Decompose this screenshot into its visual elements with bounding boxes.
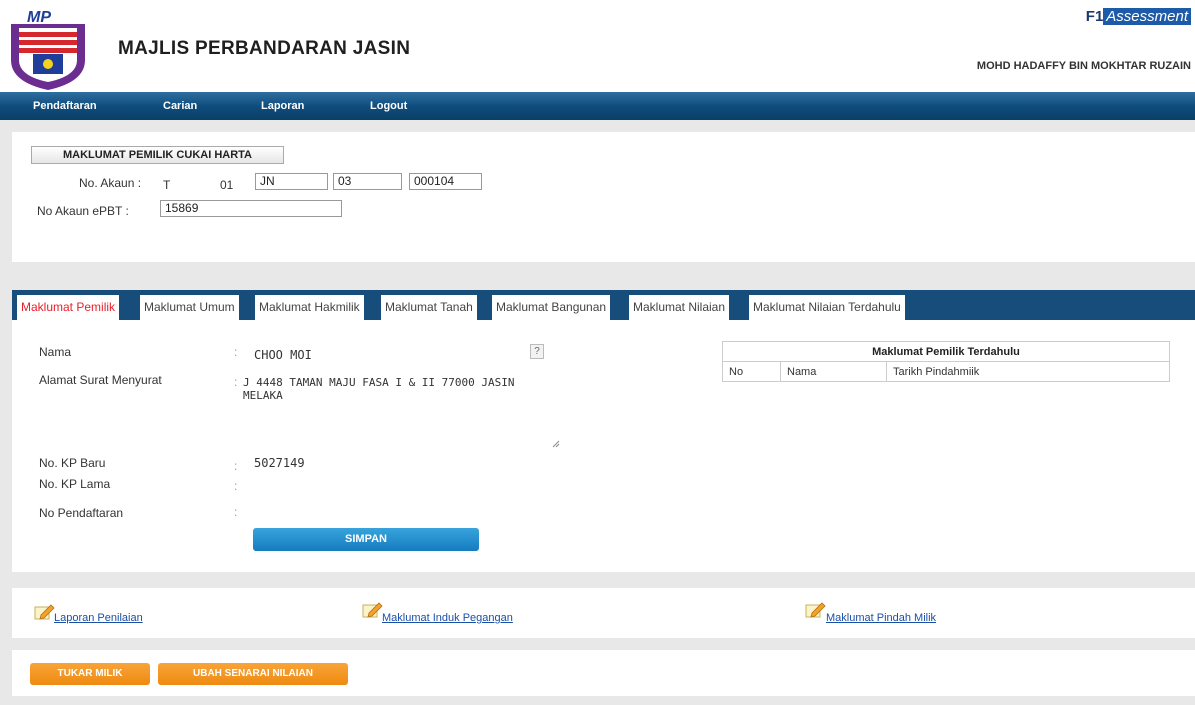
account-field-3[interactable]: 000104	[409, 173, 482, 190]
kp-new-label: No. KP Baru	[39, 456, 106, 470]
brand-assessment: Assessment	[1103, 8, 1191, 25]
save-button[interactable]: SIMPAN	[253, 528, 479, 551]
name-value[interactable]: CHOO MOI	[254, 348, 312, 362]
header: MP MAJLIS PERBANDARAN JASIN F1 Assessment…	[0, 0, 1195, 92]
account-field-2[interactable]: 03	[333, 173, 402, 190]
tab-bar: Maklumat Pemilik Maklumat Umum Maklumat …	[12, 290, 1195, 320]
address-line-2[interactable]: MELAKA	[243, 389, 283, 402]
column-header-tarikh: Tarikh Pindahmiik	[886, 361, 1170, 382]
epbt-label: No Akaun ePBT :	[37, 204, 129, 218]
municipal-logo-icon: MP	[11, 10, 85, 90]
previous-owner-table: Maklumat Pemilik Terdahulu No Nama Tarik…	[722, 341, 1170, 382]
tab-maklumat-nilaian-terdahulu[interactable]: Maklumat Nilaian Terdahulu	[749, 295, 906, 320]
pencil-note-icon	[805, 602, 826, 618]
f1-assessment-logo: F1 Assessment	[1086, 8, 1191, 25]
pencil-note-icon	[34, 604, 55, 620]
org-name: MAJLIS PERBANDARAN JASIN	[118, 38, 411, 59]
link-laporan-penilaian[interactable]: Laporan Penilaian	[54, 612, 143, 624]
kp-old-label: No. KP Lama	[39, 477, 111, 491]
brand-f1: F1	[1085, 8, 1104, 25]
kp-old-value[interactable]	[254, 477, 454, 492]
tab-maklumat-pemilik[interactable]: Maklumat Pemilik	[17, 295, 121, 320]
registration-colon: :	[234, 505, 238, 519]
pencil-note-icon	[362, 602, 383, 618]
address-label: Alamat Surat Menyurat	[39, 373, 162, 387]
address-line-1[interactable]: J 4448 TAMAN MAJU FASA I & II 77000 JASI…	[243, 376, 515, 389]
kp-old-colon: :	[234, 479, 238, 493]
column-header-nama: Nama	[780, 361, 887, 382]
account-part2: 01	[220, 178, 234, 192]
nav-carian[interactable]: Carian	[163, 100, 197, 112]
svg-text:MP: MP	[27, 10, 51, 26]
epbt-field[interactable]: 15869	[160, 200, 342, 217]
kp-new-value[interactable]: 5027149	[254, 456, 305, 470]
tab-maklumat-tanah[interactable]: Maklumat Tanah	[381, 295, 478, 320]
main-nav: Pendaftaran Carian Laporan Logout	[0, 92, 1195, 120]
tab-maklumat-hakmilik[interactable]: Maklumat Hakmilik	[255, 295, 365, 320]
owner-section-title: MAKLUMAT PEMILIK CUKAI HARTA	[31, 146, 284, 164]
nav-pendaftaran[interactable]: Pendaftaran	[33, 100, 97, 112]
tab-maklumat-umum[interactable]: Maklumat Umum	[140, 295, 240, 320]
change-owner-button[interactable]: TUKAR MILIK	[30, 663, 150, 685]
change-valuation-list-button[interactable]: UBAH SENARAI NILAIAN	[158, 663, 348, 685]
account-label: No. Akaun :	[79, 176, 142, 190]
kp-new-colon: :	[234, 459, 238, 473]
address-colon: :	[234, 375, 238, 389]
nav-laporan[interactable]: Laporan	[261, 100, 304, 112]
resize-handle-icon[interactable]	[552, 440, 560, 448]
name-colon: :	[234, 345, 238, 359]
account-field-1[interactable]: JN	[255, 173, 328, 190]
tab-maklumat-bangunan[interactable]: Maklumat Bangunan	[492, 295, 612, 320]
nav-logout[interactable]: Logout	[370, 100, 407, 112]
registration-value[interactable]	[254, 505, 454, 520]
tab-maklumat-nilaian[interactable]: Maklumat Nilaian	[629, 295, 731, 320]
name-label: Nama	[39, 345, 72, 359]
link-maklumat-induk-pegangan[interactable]: Maklumat Induk Pegangan	[382, 612, 513, 624]
link-maklumat-pindah-milik[interactable]: Maklumat Pindah Milik	[826, 612, 936, 624]
help-icon[interactable]: ?	[530, 344, 544, 359]
account-part1: T	[163, 178, 171, 192]
links-panel	[12, 588, 1195, 638]
previous-owner-title: Maklumat Pemilik Terdahulu	[722, 341, 1170, 362]
registration-label: No Pendaftaran	[39, 506, 124, 520]
user-name: MOHD HADAFFY BIN MOKHTAR RUZAIN	[976, 60, 1191, 72]
column-header-no: No	[722, 361, 781, 382]
